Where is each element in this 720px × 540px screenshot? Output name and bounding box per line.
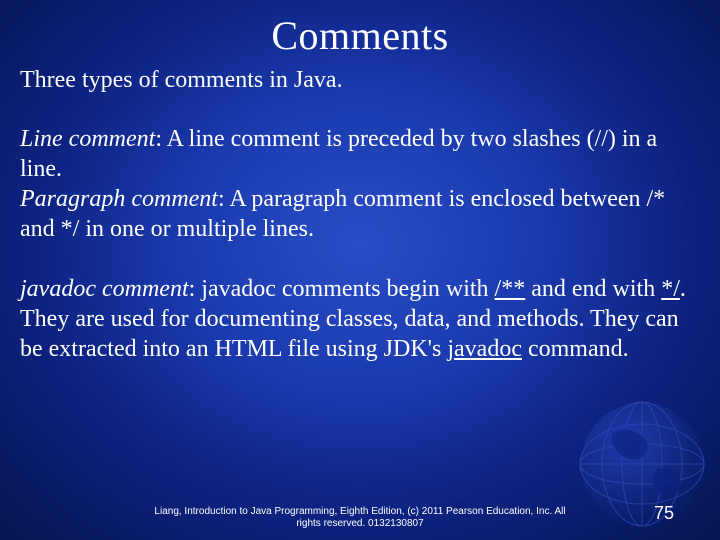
- paragraph-comment-term: Paragraph comment: [20, 186, 218, 212]
- footer-line1: Liang, Introduction to Java Programming,…: [0, 506, 720, 518]
- line-comment-section: Line comment: A line comment is preceded…: [0, 124, 720, 184]
- javadoc-comment-section: javadoc comment: javadoc comments begin …: [0, 274, 720, 364]
- javadoc-open-token: /**: [495, 276, 526, 302]
- javadoc-comment-term: javadoc comment: [20, 276, 189, 302]
- paragraph-comment-section: Paragraph comment: A paragraph comment i…: [0, 184, 720, 244]
- footer-citation: Liang, Introduction to Java Programming,…: [0, 506, 720, 530]
- javadoc-mid1: and end with: [525, 276, 661, 302]
- javadoc-pre: : javadoc comments begin with: [189, 276, 495, 302]
- javadoc-post: command.: [522, 336, 629, 362]
- page-number: 75: [654, 503, 674, 524]
- intro-text: Three types of comments in Java.: [0, 59, 720, 94]
- slide-title: Comments: [0, 0, 720, 59]
- javadoc-close-token: */: [661, 276, 680, 302]
- footer-line2: rights reserved. 0132130807: [0, 518, 720, 530]
- javadoc-cmd: javadoc: [447, 336, 522, 362]
- line-comment-term: Line comment: [20, 126, 155, 152]
